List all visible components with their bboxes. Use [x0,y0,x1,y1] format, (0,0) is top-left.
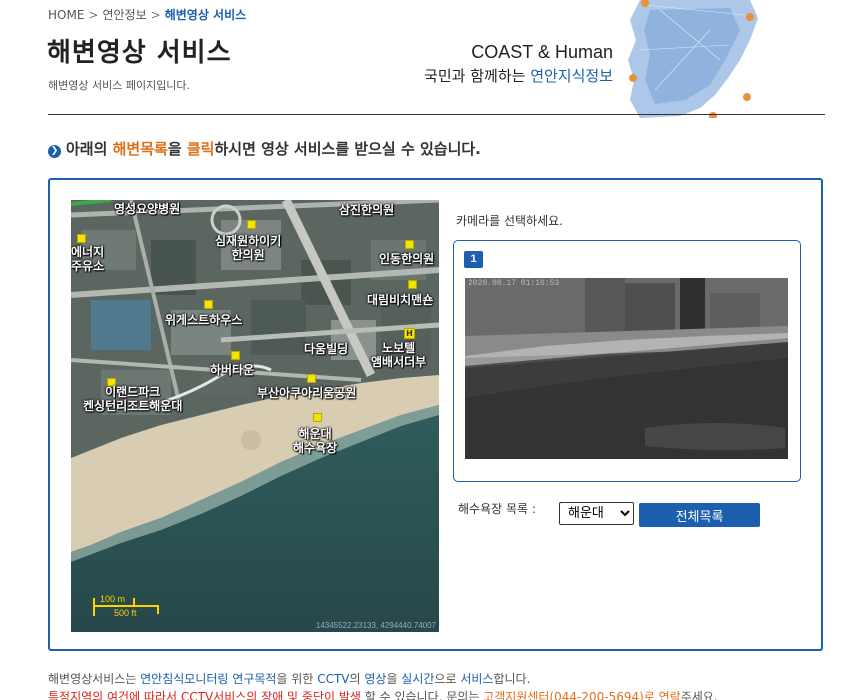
notice-text: 합니다. [493,672,531,686]
map-pin-icon[interactable] [408,280,417,289]
support-center-contact: 고객지원센터(044-200-5694)로 연락 [483,690,681,700]
map-scale-bar: 100 m 500 ft [93,594,159,620]
instruction-part: 을 [167,140,187,158]
map-label-line: 앰배서더부 [371,355,427,369]
camera-number-badge: 1 [464,251,483,268]
chevron-right-icon: ❯ [48,145,61,158]
map-pin-icon[interactable] [247,220,256,229]
breadcrumb-coastal-info[interactable]: 연안정보 [102,8,146,22]
scale-tick [93,598,95,616]
map-label-line: 심재원하이키 [215,234,282,248]
notice-highlight: 영상 [364,672,387,686]
cctv-video-frame[interactable]: 2020.08.17 01:16:53 [465,278,788,459]
instruction-beach-list: 해변목록 [112,140,168,158]
map-label-line: 노보텔 [382,341,416,355]
map-label-indong: 인동한의원 [379,252,435,266]
beach-select[interactable]: 해운대 [559,502,634,525]
notice-text: 해변영상서비스는 [48,672,141,686]
header-divider [48,114,825,115]
instruction-click: 클릭 [186,140,215,158]
page-subtitle: 해변영상 서비스 페이지입니다. [48,79,191,92]
instruction-part: 하시면 영상 서비스를 받으실 수 있습니다. [214,140,481,158]
breadcrumb-current[interactable]: 해변영상 서비스 [165,8,246,22]
map-label-iland: 이랜드파크 켄싱턴리조트해운대 [83,385,182,413]
breadcrumb-home[interactable]: HOME [48,8,84,22]
map-label-samjin: 삼진한의원 [339,203,395,217]
notice-text: 을 위한 [276,672,318,686]
outage-notice: 특정지역의 여건에 따라서 CCTV서비스의 장애 및 중단이 발생 할 수 있… [48,688,718,700]
scale-feet: 500 ft [114,608,137,618]
brand-korean-highlight: 연안지식정보 [530,67,613,85]
page-title: 해변영상 서비스 [47,38,232,68]
brand-english: COAST & Human [471,42,613,62]
scale-tick [133,598,135,607]
map-coordinates: 14345522.23133, 4294440.74007 [315,621,436,630]
brand-logo: COAST & Human 국민과 함께하는 연안지식정보 [395,42,613,86]
notice-text: 주세요. [680,690,718,700]
brand-korean-prefix: 국민과 함께하는 [424,67,531,85]
breadcrumb-separator: > [88,8,99,22]
scale-meters: 100 m [100,594,126,604]
map-label-novotel: 노보텔 앰배서더부 [371,341,426,369]
notice-text: 을 [386,672,402,686]
video-timestamp: 2020.08.17 01:16:53 [468,279,560,288]
map-label-energy: 에너지 주유소 [71,245,104,273]
breadcrumb: HOME > 연안정보 > 해변영상 서비스 [48,6,246,23]
full-list-button[interactable]: 전체목록 [639,503,760,527]
map-label-daum: 다움빌딩 [304,342,349,356]
map-label-aquarium: 부산아쿠아리움공원 [257,386,357,400]
map-label-line: 해운대 [298,427,332,441]
map-label-line: 주유소 [71,259,105,273]
brand-korean: 국민과 함께하는 연안지식정보 [395,65,613,86]
map-label-hospital: 영성요양병원 [114,202,181,216]
map-label-line: 켄싱턴리조트해운대 [83,399,183,413]
notice-highlight: CCTV [317,672,350,686]
map-pin-icon[interactable] [77,234,86,243]
map-label-line: 에너지 [71,245,105,259]
notice-text: 의 [349,672,365,686]
breadcrumb-separator: > [150,8,161,22]
map-label-simjae: 심재원하이키 한의원 [215,234,281,262]
camera-card[interactable]: 1 2020.08.17 01:16:53 [453,240,801,482]
map-pin-icon[interactable] [313,413,322,422]
instruction-text: ❯ 아래의 해변목록을 클릭하시면 영상 서비스를 받으실 수 있습니다. [48,138,481,159]
map-pin-icon[interactable] [231,351,240,360]
map-label-line: 이랜드파크 [105,385,161,399]
korea-map-graphic [628,0,758,118]
notice-warning: 특정지역의 여건에 따라서 CCTV서비스의 장애 및 중단이 발생 [48,690,361,700]
beach-video-panel: 영성요양병원 삼진한의원 에너지 주유소 심재원하이키 한의원 인동한의원 대림비치… [48,178,823,651]
cctv-night-scene [465,278,788,459]
notice-highlight: 서비스 [460,672,494,686]
instruction-part: 아래의 [66,140,113,158]
map-label-line: 해수욕장 [293,441,338,455]
notice-highlight: 연안침식모니터링 연구목적 [140,672,277,686]
scale-line [93,605,159,607]
notice-text: 할 수 있습니다. 문의는 [360,690,484,700]
map-pin-icon[interactable] [405,240,414,249]
map-label-weguest: 위게스트하우스 [165,313,243,327]
map-pin-icon[interactable] [204,300,213,309]
scale-tick [157,605,159,614]
map-label-line: 한의원 [231,248,265,262]
hotel-icon[interactable]: H [404,328,415,339]
notice-highlight: 실시간 [401,672,435,686]
map-pin-icon[interactable] [307,374,316,383]
service-notice: 해변영상서비스는 연안침식모니터링 연구목적을 위한 CCTV의 영상을 실시간… [48,670,530,687]
camera-prompt: 카메라를 선택하세요. [456,214,563,228]
notice-text: 으로 [434,672,461,686]
map-label-harbor: 하버타운 [210,363,255,377]
beach-list-label: 해수욕장 목록 : [458,502,536,516]
map-label-beach: 해운대 해수욕장 [293,427,337,455]
map-label-daerim: 대림비치맨숀 [367,293,434,307]
beach-satellite-map[interactable]: 영성요양병원 삼진한의원 에너지 주유소 심재원하이키 한의원 인동한의원 대림비치… [71,200,439,632]
